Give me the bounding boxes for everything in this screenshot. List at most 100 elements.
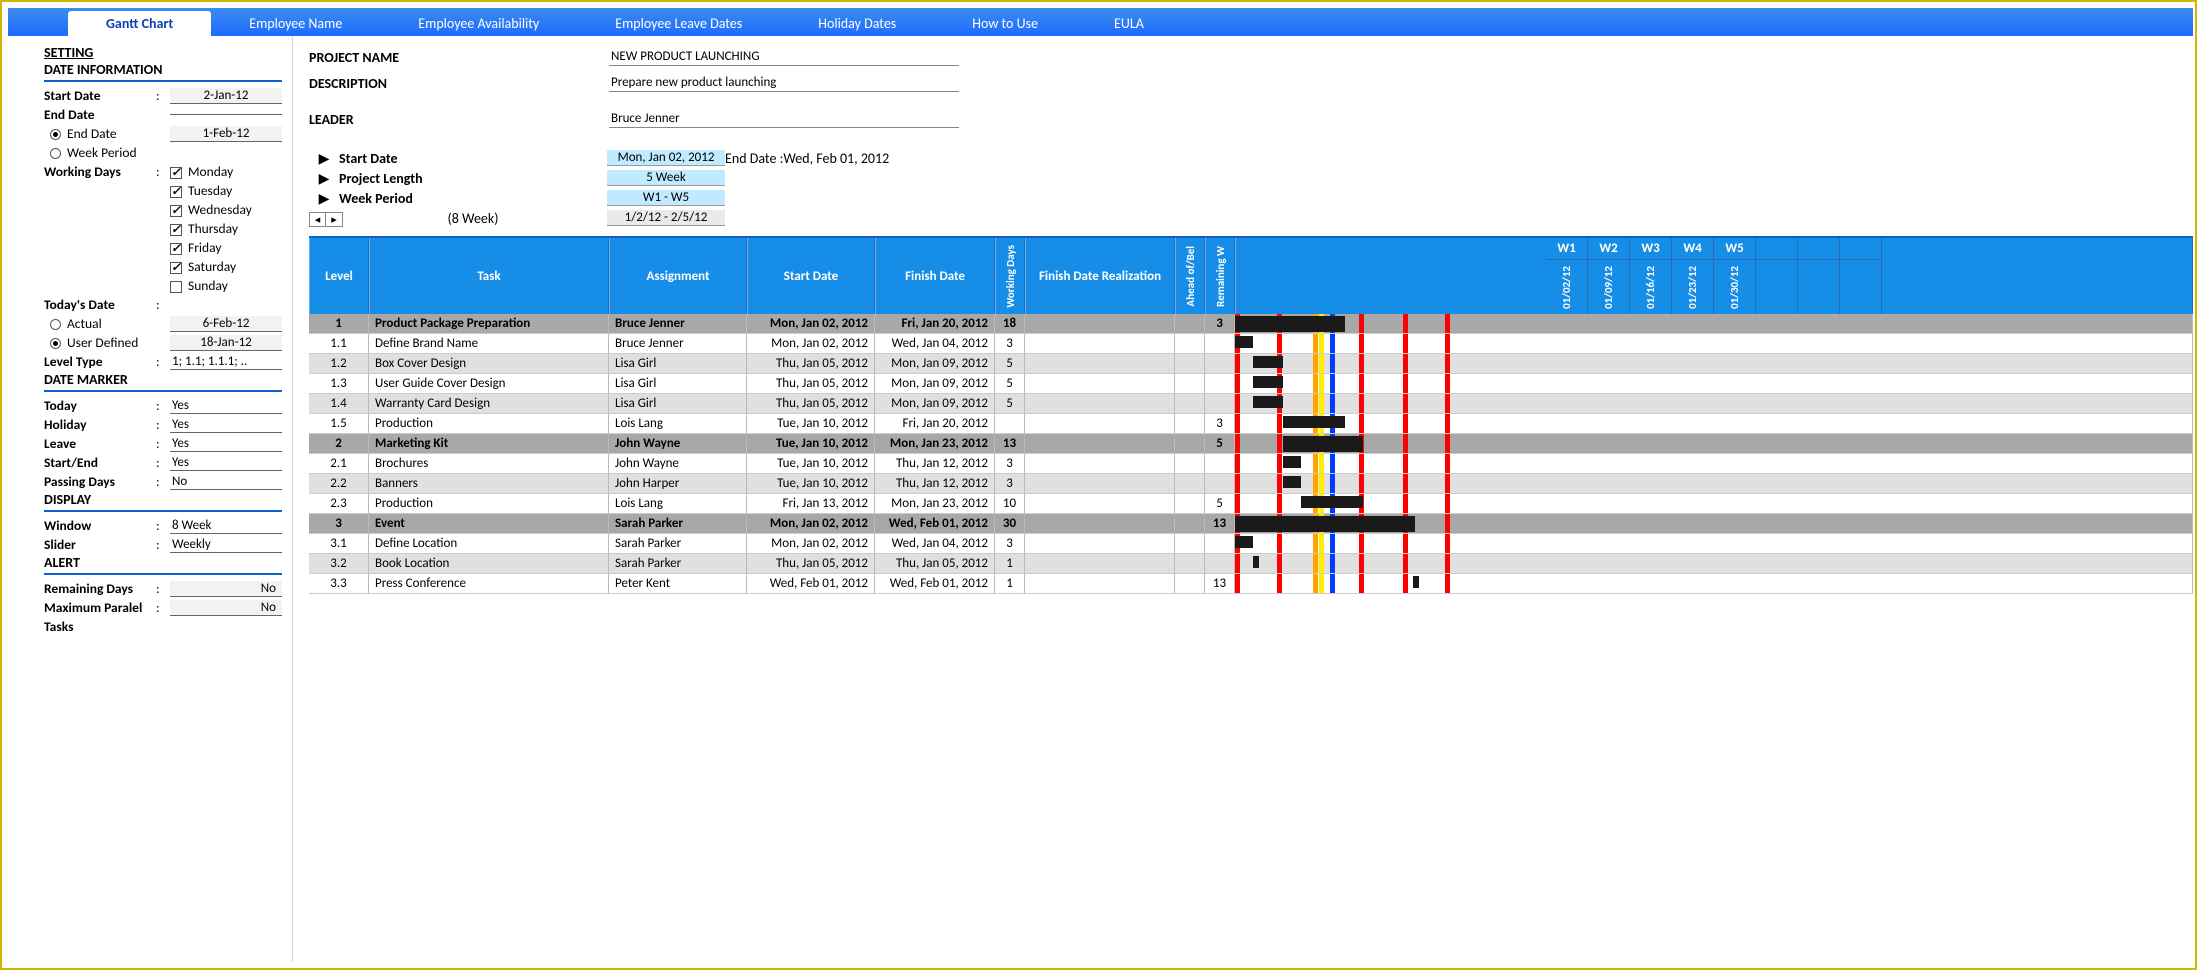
gantt-bars	[1235, 574, 2193, 594]
table-row[interactable]: 3.1Define LocationSarah ParkerMon, Jan 0…	[309, 534, 2193, 554]
summary-end-date: Wed, Feb 01, 2012	[783, 150, 889, 167]
chk-wednesday[interactable]	[170, 205, 182, 217]
week-header	[1798, 238, 1840, 260]
end-date-input[interactable]: 1-Feb-12	[170, 126, 282, 142]
gantt-bars	[1235, 354, 2193, 374]
chk-thursday[interactable]	[170, 224, 182, 236]
chk-friday[interactable]	[170, 243, 182, 255]
radio-week-period[interactable]	[50, 148, 61, 159]
gantt-bar[interactable]	[1283, 456, 1301, 468]
gantt-bar[interactable]	[1235, 336, 1253, 348]
gantt-bar[interactable]	[1301, 496, 1363, 508]
gantt-bars	[1235, 534, 2193, 554]
project-name-input[interactable]: NEW PRODUCT LAUNCHING	[609, 48, 959, 66]
summary-length: 5 Week	[607, 170, 725, 186]
marker-leave[interactable]: Yes	[170, 436, 282, 452]
week-date: 01/30/12	[1714, 260, 1756, 314]
leader-input[interactable]: Bruce Jenner	[609, 110, 959, 128]
window-input[interactable]: 8 Week	[170, 518, 282, 534]
table-row[interactable]: 1.2Box Cover DesignLisa GirlThu, Jan 05,…	[309, 354, 2193, 374]
gantt-bars	[1235, 374, 2193, 394]
week-header: W3	[1630, 238, 1672, 260]
radio-userdef[interactable]	[50, 338, 61, 349]
chk-saturday[interactable]	[170, 262, 182, 274]
col-assignment: Assignment	[609, 238, 747, 314]
table-row[interactable]: 3EventSarah ParkerMon, Jan 02, 2012Wed, …	[309, 514, 2193, 534]
table-row[interactable]: 1.1Define Brand NameBruce JennerMon, Jan…	[309, 334, 2193, 354]
tab-holiday[interactable]: Holiday Dates	[780, 11, 934, 36]
nav-arrows[interactable]: ◂▸	[309, 212, 343, 227]
table-row[interactable]: 2.1BrochuresJohn WayneTue, Jan 10, 2012T…	[309, 454, 2193, 474]
table-row[interactable]: 1.5ProductionLois LangTue, Jan 10, 2012F…	[309, 414, 2193, 434]
gantt-bar[interactable]	[1253, 556, 1259, 568]
marker-passing[interactable]: No	[170, 474, 282, 490]
userdef-date-input[interactable]: 18-Jan-12	[170, 335, 282, 351]
gantt-bar[interactable]	[1283, 416, 1345, 428]
week-date: 01/23/12	[1672, 260, 1714, 314]
datemarker-header: DATE MARKER	[44, 371, 282, 388]
gantt-grid: Level Task Assignment Start Date Finish …	[309, 236, 2193, 594]
week-header	[1756, 238, 1798, 260]
gantt-bar[interactable]	[1413, 576, 1419, 588]
max-parallel-input[interactable]: No	[170, 600, 282, 616]
level-type-label: Level Type	[44, 353, 156, 370]
description-input[interactable]: Prepare new product launching	[609, 74, 959, 92]
table-row[interactable]: 3.3Press ConferencePeter KentWed, Feb 01…	[309, 574, 2193, 594]
start-date-label: Start Date	[44, 87, 156, 104]
week-header: W1	[1546, 238, 1588, 260]
chk-tuesday[interactable]	[170, 186, 182, 198]
col-ahead: Ahead of/Bel	[1184, 246, 1197, 306]
table-row[interactable]: 1.3User Guide Cover DesignLisa GirlThu, …	[309, 374, 2193, 394]
slider-input[interactable]: Weekly	[170, 537, 282, 553]
start-date-input[interactable]: 2-Jan-12	[170, 88, 282, 104]
project-name-label: PROJECT NAME	[309, 49, 609, 66]
gantt-bar[interactable]	[1283, 476, 1301, 488]
week-header	[1840, 238, 1882, 260]
gantt-bar[interactable]	[1253, 376, 1283, 388]
table-row[interactable]: 2.2BannersJohn HarperTue, Jan 10, 2012Th…	[309, 474, 2193, 494]
actual-date-input[interactable]: 6-Feb-12	[170, 316, 282, 332]
tab-eula[interactable]: EULA	[1076, 11, 1182, 36]
tabbar: Gantt Chart Employee Name Employee Avail…	[8, 8, 2193, 36]
setting-header: SETTING	[44, 44, 282, 61]
leader-label: LEADER	[309, 111, 609, 128]
marker-today[interactable]: Yes	[170, 398, 282, 414]
chk-monday[interactable]	[170, 167, 182, 179]
chk-sunday[interactable]	[170, 281, 182, 293]
gantt-bar[interactable]	[1235, 536, 1253, 548]
gantt-bar[interactable]	[1235, 516, 1415, 532]
table-row[interactable]: 3.2Book LocationSarah ParkerThu, Jan 05,…	[309, 554, 2193, 574]
radio-actual[interactable]	[50, 319, 61, 330]
gantt-bar[interactable]	[1235, 316, 1345, 332]
table-row[interactable]: 2.3ProductionLois LangFri, Jan 13, 2012M…	[309, 494, 2193, 514]
gantt-bars	[1235, 494, 2193, 514]
level-type-input[interactable]: 1; 1.1; 1.1.1; ..	[170, 354, 282, 370]
gantt-bars	[1235, 334, 2193, 354]
week-header: W4	[1672, 238, 1714, 260]
marker-startend[interactable]: Yes	[170, 455, 282, 471]
tab-emp-avail[interactable]: Employee Availability	[380, 11, 577, 36]
week-date	[1798, 260, 1840, 314]
marker-holiday[interactable]: Yes	[170, 417, 282, 433]
week-date: 01/02/12	[1546, 260, 1588, 314]
remaining-days-input[interactable]: No	[170, 581, 282, 597]
gantt-bar[interactable]	[1253, 396, 1283, 408]
radio-end-date[interactable]	[50, 129, 61, 140]
tab-gantt[interactable]: Gantt Chart	[68, 11, 211, 36]
week-date: 01/09/12	[1588, 260, 1630, 314]
summary-start-date: Mon, Jan 02, 2012	[607, 150, 725, 166]
col-realization: Finish Date Realization	[1025, 238, 1175, 314]
dateinfo-header: DATE INFORMATION	[44, 61, 282, 78]
table-row[interactable]: 1.4Warranty Card DesignLisa GirlThu, Jan…	[309, 394, 2193, 414]
description-label: DESCRIPTION	[309, 75, 609, 92]
col-remaining: Remaining W	[1214, 246, 1227, 307]
alert-header: ALERT	[44, 554, 282, 571]
tab-emp-name[interactable]: Employee Name	[211, 11, 380, 36]
table-row[interactable]: 2Marketing KitJohn WayneTue, Jan 10, 201…	[309, 434, 2193, 454]
tab-emp-leave[interactable]: Employee Leave Dates	[577, 11, 780, 36]
tab-howto[interactable]: How to Use	[934, 11, 1076, 36]
week-date	[1756, 260, 1798, 314]
table-row[interactable]: 1Product Package PreparationBruce Jenner…	[309, 314, 2193, 334]
gantt-bar[interactable]	[1283, 436, 1363, 452]
gantt-bar[interactable]	[1253, 356, 1283, 368]
